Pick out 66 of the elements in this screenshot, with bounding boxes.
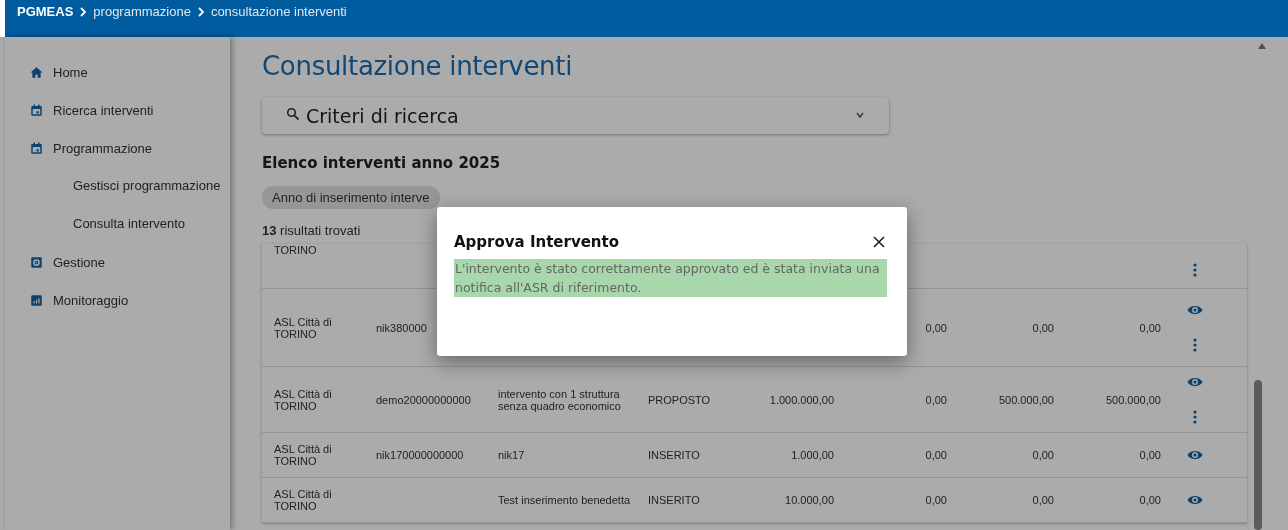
search-icon <box>286 106 300 121</box>
calendar-icon <box>29 140 44 156</box>
sidebar-subitem[interactable]: Gestisci programmazione <box>5 167 230 205</box>
home-icon <box>29 64 44 80</box>
table-cell: 1.000.000,00 <box>769 393 834 406</box>
table-cell: 0,00 <box>1032 494 1054 506</box>
table-cell: 0,00 <box>1139 494 1161 506</box>
close-button[interactable] <box>871 234 887 250</box>
breadcrumb-link[interactable]: PGMEAS <box>17 4 74 19</box>
calendar-icon <box>29 102 44 118</box>
table-cell: 0,00 <box>925 393 947 406</box>
table-cell: 500.000,00 <box>1105 393 1161 406</box>
table-cell: nik380000 <box>376 321 427 334</box>
success-message: L'intervento è stato correttamente approvato ed è stata inviata una notifica all'ASR di riferimento. <box>454 259 887 297</box>
eye-icon[interactable] <box>1187 303 1203 316</box>
table-cell: nik17 <box>498 449 525 461</box>
sidebar-item[interactable]: Gestione <box>5 243 230 281</box>
table-cell: ASL Città di TORINO <box>274 387 332 412</box>
sidebar-subitem[interactable]: Consulta intervento <box>5 205 230 243</box>
table-cell: 1.000,00 <box>791 449 834 461</box>
more-vertical-icon[interactable] <box>1193 337 1197 352</box>
sidebar-item[interactable]: Ricerca interventi <box>5 91 230 129</box>
table-cell: 0,00 <box>925 449 947 461</box>
table-cell: 0,00 <box>1139 321 1161 334</box>
table-cell: TORINO <box>274 244 317 256</box>
sidebar-item[interactable]: Home <box>5 53 230 91</box>
filter-chip[interactable]: Anno di inserimento interve <box>262 186 440 209</box>
table-cell: intervento con 1 struttura senza quadro economico <box>498 387 621 412</box>
eye-icon[interactable] <box>1187 494 1203 506</box>
close-icon <box>873 236 885 248</box>
chevron-right-icon <box>78 5 89 18</box>
more-vertical-icon[interactable] <box>1193 263 1197 277</box>
results-count: 13 risultati trovati <box>262 223 362 238</box>
table-cell: ASL Città di TORINO <box>274 315 332 340</box>
search-panel[interactable]: Criteri di ricerca <box>262 97 889 134</box>
scrollbar-thumb[interactable] <box>1254 380 1262 530</box>
table-cell: nik170000000000 <box>376 449 464 461</box>
sidebar-item[interactable]: Programmazione <box>5 129 230 167</box>
table-cell: demo20000000000 <box>376 393 471 406</box>
chevron-down-icon <box>855 112 865 119</box>
table-cell: 0,00 <box>925 494 947 506</box>
list-title: Elenco interventi anno 2025 <box>262 154 502 172</box>
dialog-title: Approva Intervento <box>454 233 619 251</box>
table-cell: 10.000,00 <box>785 494 834 506</box>
breadcrumb-link[interactable]: consultazione interventi <box>210 4 347 19</box>
table-cell: ASL Città di TORINO <box>274 488 332 512</box>
page-title: Consultazione interventi <box>262 51 574 81</box>
table-cell: 0,00 <box>1032 449 1054 461</box>
scroll-up-icon[interactable] <box>1258 43 1266 49</box>
table-cell: PROPOSTO <box>648 393 711 406</box>
chevron-right-icon <box>195 5 206 18</box>
sidebar-item[interactable]: Monitoraggio <box>5 281 230 319</box>
search-panel-title: Criteri di ricerca <box>306 104 460 127</box>
table-cell: ASL Città di TORINO <box>274 443 332 467</box>
table-cell: 0,00 <box>925 321 947 334</box>
table-cell: 0,00 <box>1032 321 1054 334</box>
table-cell: INSERITO <box>648 494 700 506</box>
table-cell: INSERITO <box>648 449 700 461</box>
table-cell: 0,00 <box>1139 449 1161 461</box>
eye-icon[interactable] <box>1187 375 1203 388</box>
table-cell: 500.000,00 <box>998 393 1054 406</box>
eye-icon[interactable] <box>1187 449 1203 461</box>
bar-chart-icon <box>29 292 44 308</box>
more-vertical-icon[interactable] <box>1193 409 1197 424</box>
breadcrumb-link[interactable]: programmazione <box>93 4 191 19</box>
table-cell: Test inserimento benedetta <box>498 494 631 506</box>
